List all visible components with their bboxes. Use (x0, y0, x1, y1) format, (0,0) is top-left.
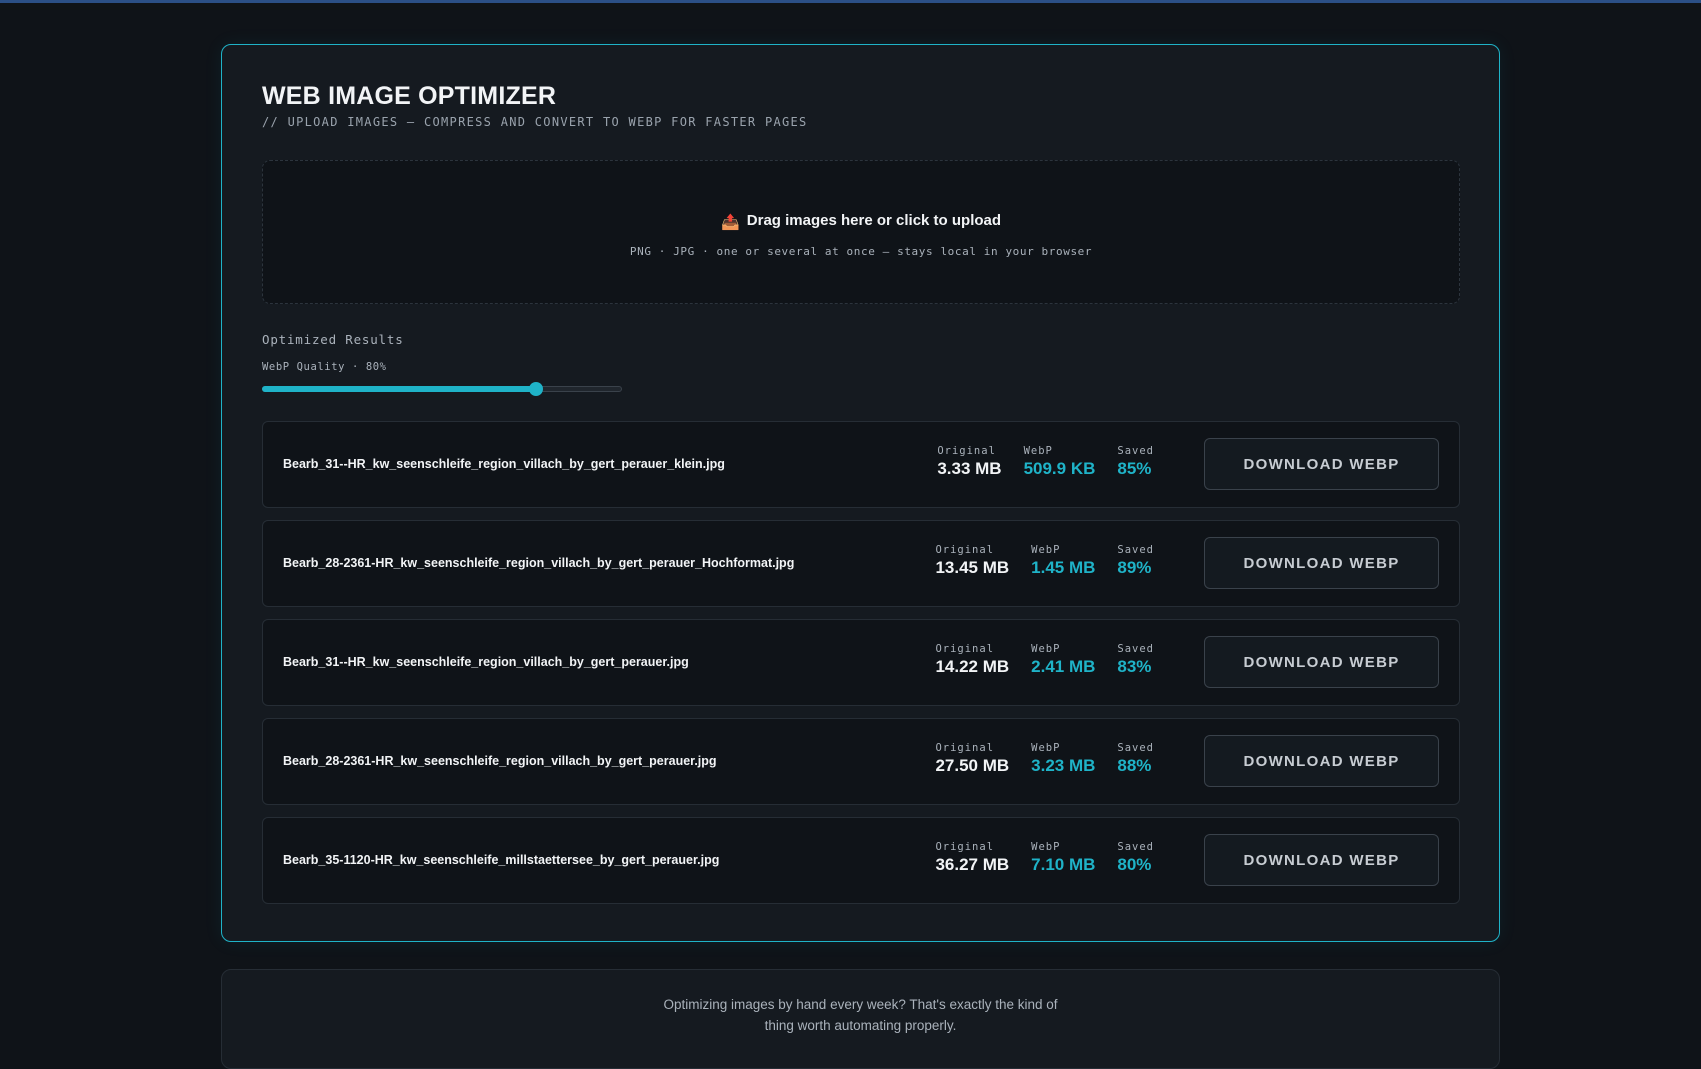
optimizer-card: WEB IMAGE OPTIMIZER // UPLOAD IMAGES — C… (221, 44, 1500, 942)
promo-text-wrap: Optimizing images by hand every week? Th… (222, 994, 1499, 1036)
saved-label: Saved (1117, 643, 1154, 655)
file-name: Bearb_28-2361-HR_kw_seenschleife_region_… (283, 556, 795, 570)
dropzone-title: 📤 Drag images here or click to upload (263, 212, 1459, 231)
dropzone-hint: PNG · JPG · one or several at once — sta… (629, 245, 1093, 258)
top-accent-line (0, 0, 1701, 3)
webp-label: WebP (1031, 841, 1061, 853)
original-size: 14.22 MB (935, 657, 1010, 676)
webp-size: 3.23 MB (1031, 756, 1096, 775)
original-stat: Original 27.50 MB (935, 742, 1009, 777)
webp-size: 509.9 KB (1023, 459, 1096, 478)
saved-percent: 85% (1117, 459, 1152, 478)
page-subtitle: // UPLOAD IMAGES — COMPRESS AND CONVERT … (262, 115, 808, 129)
download-webp-button[interactable]: DOWNLOAD WEBP (1204, 438, 1439, 490)
download-webp-button[interactable]: DOWNLOAD WEBP (1204, 834, 1439, 886)
size-stats: Original 13.45 MB WebP 1.45 MB Saved 89% (935, 544, 1154, 579)
original-stat: Original 14.22 MB (935, 643, 1009, 678)
saved-label: Saved (1117, 841, 1154, 853)
result-row: Bearb_31--HR_kw_seenschleife_region_vill… (262, 421, 1460, 508)
download-webp-button[interactable]: DOWNLOAD WEBP (1204, 735, 1439, 787)
original-label: Original (935, 544, 995, 556)
saved-stat: Saved 83% (1117, 643, 1154, 678)
size-stats: Original 36.27 MB WebP 7.10 MB Saved 80% (935, 841, 1154, 876)
original-size: 27.50 MB (935, 756, 1010, 775)
download-webp-button[interactable]: DOWNLOAD WEBP (1204, 636, 1439, 688)
original-stat: Original 36.27 MB (935, 841, 1009, 876)
saved-percent: 88% (1117, 756, 1152, 775)
webp-stat: WebP 2.41 MB (1031, 643, 1095, 678)
slider-thumb[interactable] (529, 382, 543, 396)
upload-tray-icon: 📤 (720, 214, 740, 231)
result-row: Bearb_28-2361-HR_kw_seenschleife_region_… (262, 520, 1460, 607)
size-stats: Original 27.50 MB WebP 3.23 MB Saved 88% (935, 742, 1154, 777)
original-stat: Original 3.33 MB (937, 445, 1001, 480)
saved-label: Saved (1117, 742, 1154, 754)
promo-card: Optimizing images by hand every week? Th… (221, 969, 1500, 1069)
results-section-label: Optimized Results (262, 332, 404, 347)
saved-stat: Saved 88% (1117, 742, 1154, 777)
size-stats: Original 14.22 MB WebP 2.41 MB Saved 83% (935, 643, 1154, 678)
saved-label: Saved (1117, 544, 1154, 556)
webp-label: WebP (1031, 742, 1061, 754)
saved-percent: 83% (1117, 657, 1152, 676)
original-label: Original (937, 445, 996, 457)
page-title: WEB IMAGE OPTIMIZER (262, 82, 557, 110)
webp-label: WebP (1023, 445, 1053, 457)
original-label: Original (935, 841, 995, 853)
original-size: 13.45 MB (935, 558, 1010, 577)
webp-label: WebP (1031, 544, 1061, 556)
saved-percent: 89% (1117, 558, 1152, 577)
saved-label: Saved (1117, 445, 1154, 457)
promo-text: Optimizing images by hand every week? Th… (663, 997, 1058, 1033)
webp-size: 7.10 MB (1031, 855, 1096, 874)
file-name: Bearb_31--HR_kw_seenschleife_region_vill… (283, 457, 725, 471)
webp-size: 1.45 MB (1031, 558, 1096, 577)
webp-stat: WebP 509.9 KB (1024, 445, 1096, 480)
saved-percent: 80% (1117, 855, 1152, 874)
original-stat: Original 13.45 MB (935, 544, 1009, 579)
webp-quality-slider[interactable] (262, 382, 622, 396)
file-name: Bearb_35-1120-HR_kw_seenschleife_millsta… (283, 853, 720, 867)
download-webp-button[interactable]: DOWNLOAD WEBP (1204, 537, 1439, 589)
file-name: Bearb_31--HR_kw_seenschleife_region_vill… (283, 655, 689, 669)
original-label: Original (935, 643, 995, 655)
saved-stat: Saved 80% (1117, 841, 1154, 876)
saved-stat: Saved 89% (1117, 544, 1154, 579)
webp-stat: WebP 7.10 MB (1031, 841, 1095, 876)
webp-label: WebP (1031, 643, 1061, 655)
dropzone-title-text: Drag images here or click to upload (746, 212, 1002, 229)
webp-stat: WebP 1.45 MB (1031, 544, 1095, 579)
result-row: Bearb_35-1120-HR_kw_seenschleife_millsta… (262, 817, 1460, 904)
original-size: 3.33 MB (937, 459, 1002, 478)
original-label: Original (935, 742, 995, 754)
saved-stat: Saved 85% (1117, 445, 1154, 480)
result-row: Bearb_28-2361-HR_kw_seenschleife_region_… (262, 718, 1460, 805)
size-stats: Original 3.33 MB WebP 509.9 KB Saved 85% (937, 445, 1154, 480)
slider-fill (262, 386, 536, 392)
original-size: 36.27 MB (935, 855, 1010, 874)
result-row: Bearb_31--HR_kw_seenschleife_region_vill… (262, 619, 1460, 706)
upload-dropzone[interactable]: 📤 Drag images here or click to upload PN… (262, 160, 1460, 304)
webp-quality-label: WebP Quality · 80% (262, 361, 387, 373)
file-name: Bearb_28-2361-HR_kw_seenschleife_region_… (283, 754, 717, 768)
results-list: Bearb_31--HR_kw_seenschleife_region_vill… (262, 421, 1460, 916)
webp-size: 2.41 MB (1031, 657, 1096, 676)
webp-stat: WebP 3.23 MB (1031, 742, 1095, 777)
